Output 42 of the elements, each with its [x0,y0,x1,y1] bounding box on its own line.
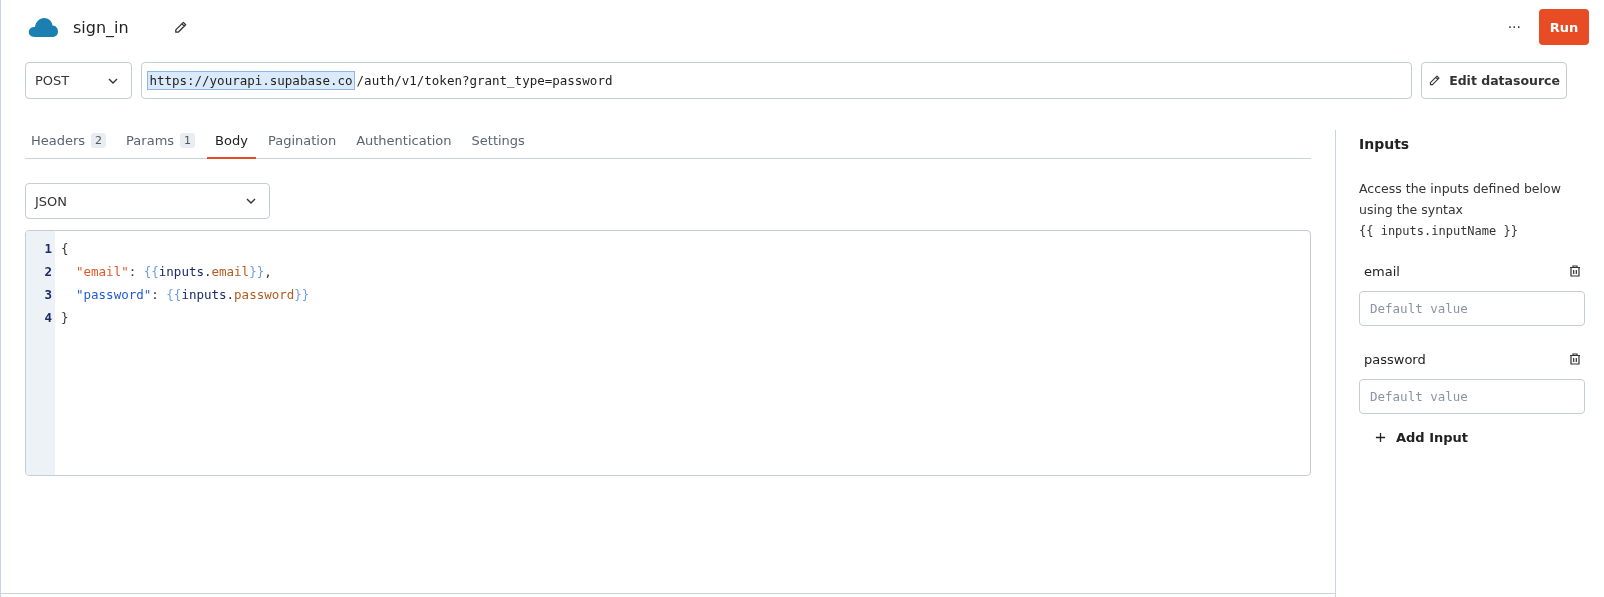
line-number: 3 [43,286,53,304]
format-select[interactable]: JSON [25,183,270,219]
count-badge: 2 [91,132,107,148]
code-line: "email": {{inputs.email}}, [75,263,273,281]
default-value-field[interactable]: Default value [1359,379,1585,414]
tab[interactable]: Params 1 [118,123,204,159]
pencil-icon[interactable] [173,19,188,35]
url-field[interactable]: https://yourapi.supabase.co /auth/v1/token?grant_type=password [141,62,1413,99]
url-base-text: https://yourapi.supabase.co [148,72,354,89]
cloud-icon [27,16,59,38]
run-button[interactable]: Run [1539,9,1589,45]
query-name: sign_in [73,17,130,37]
code-line: { [61,240,70,258]
syntax-text: {{ inputs.inputName }} [1359,224,1519,238]
more-button[interactable]: ··· [1503,15,1525,39]
method-select[interactable]: POST [25,62,133,99]
url-path-text: /auth/v1/token?grant_type=password [356,73,613,88]
trash-icon[interactable] [1568,352,1582,366]
panel-title: Inputs [1359,136,1411,152]
line-number: 4 [43,309,53,327]
default-value-field[interactable]: Default value [1359,291,1585,326]
count-badge: 1 [180,132,196,148]
chevron-down-icon [107,76,120,85]
add-input-button[interactable]: Add Input [1359,430,1469,445]
input-name: email [1364,263,1400,279]
tab[interactable]: Body [207,123,256,159]
plus-icon [1375,432,1386,443]
line-number: 2 [43,263,53,281]
input-name: password [1364,351,1426,367]
trash-icon[interactable] [1568,264,1582,278]
tab[interactable]: Authentication [348,123,460,159]
line-number: 1 [43,240,53,258]
edit-datasource-button[interactable]: Edit datasource [1421,62,1567,99]
code-line: "password": {{inputs.password}} [75,286,310,304]
chevron-down-icon [245,197,257,205]
tab[interactable]: Settings [463,123,533,159]
panel-description: Access the inputs defined below using the syntax [1359,180,1562,219]
tab[interactable]: Headers 2 [25,123,115,159]
code-line: } [61,309,70,327]
code-editor[interactable]: 1 2 3 4 { "email": {{inputs.email}}, "password": {{inputs.password}} } [25,230,1311,476]
tab[interactable]: Pagination [259,123,345,159]
pencil-icon [1428,74,1442,87]
